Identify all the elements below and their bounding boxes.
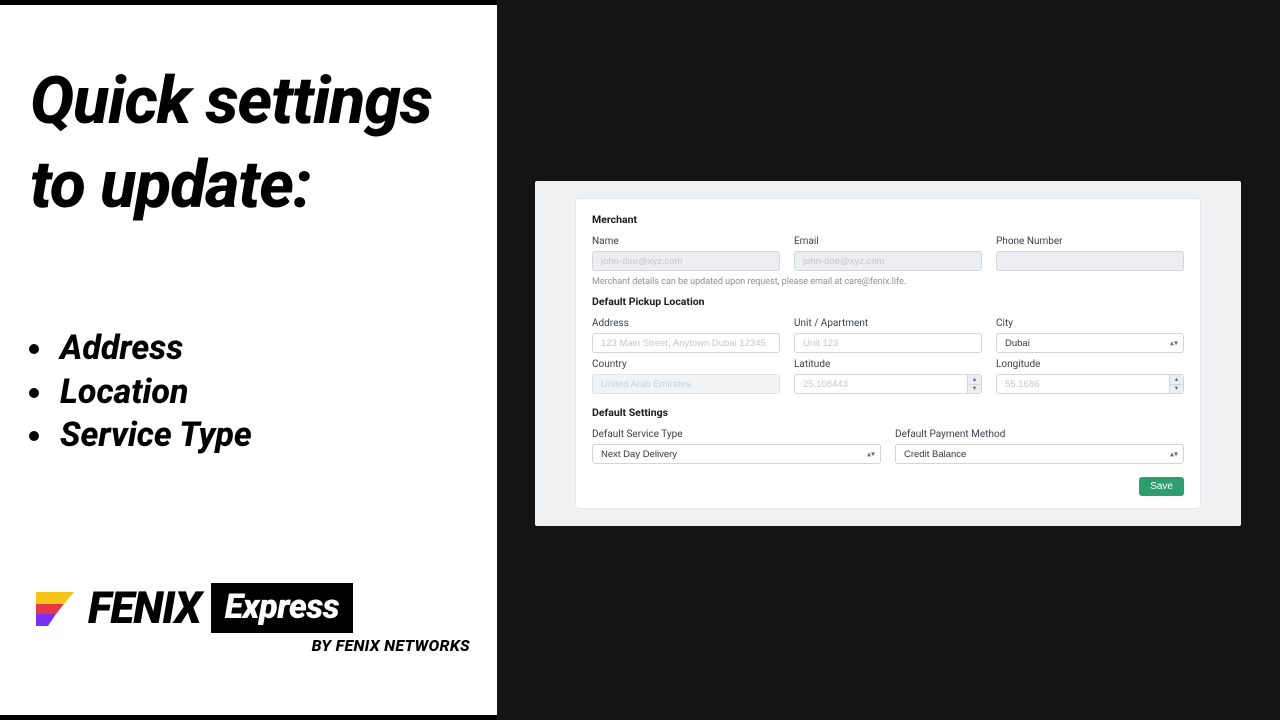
longitude-label: Longitude — [996, 359, 1184, 370]
bullet-address: Address — [56, 327, 252, 371]
bullet-service-type: Service Type — [56, 414, 252, 458]
field-longitude: Longitude ▲ ▼ — [996, 359, 1184, 394]
brand-logo: FENIX Express BY FENIX NETWORKS — [30, 582, 470, 655]
brand-sub: BY FENIX NETWORKS — [30, 636, 470, 655]
app-frame: Merchant Name Email Phone Number Merchan… — [535, 181, 1241, 526]
address-input[interactable] — [592, 333, 780, 353]
section-merchant: Merchant — [592, 213, 1184, 226]
chevron-down-icon[interactable]: ▼ — [968, 384, 981, 394]
chevron-down-icon[interactable]: ▼ — [1170, 384, 1183, 394]
field-country: Country United Arab Emirates — [592, 359, 780, 394]
address-label: Address — [592, 318, 780, 329]
payment-select[interactable]: Credit Balance — [895, 444, 1184, 464]
field-email: Email — [794, 236, 982, 271]
name-input — [592, 251, 780, 271]
chevron-up-icon[interactable]: ▲ — [968, 375, 981, 384]
chevron-up-icon[interactable]: ▲ — [1170, 375, 1183, 384]
phone-input — [996, 251, 1184, 271]
country-label: Country — [592, 359, 780, 370]
field-payment-method: Default Payment Method Credit Balance ▴▾ — [895, 429, 1184, 464]
payment-label: Default Payment Method — [895, 429, 1184, 440]
section-defaults: Default Settings — [592, 406, 1184, 419]
email-label: Email — [794, 236, 982, 247]
service-select[interactable]: Next Day Delivery — [592, 444, 881, 464]
longitude-input[interactable] — [996, 374, 1184, 394]
save-button[interactable]: Save — [1139, 477, 1184, 496]
stage: Quick settings to update: Address Locati… — [0, 0, 1280, 720]
field-latitude: Latitude ▲ ▼ — [794, 359, 982, 394]
latitude-label: Latitude — [794, 359, 982, 370]
country-select: United Arab Emirates — [592, 374, 780, 394]
name-label: Name — [592, 236, 780, 247]
settings-card: Merchant Name Email Phone Number Merchan… — [575, 198, 1201, 509]
section-pickup: Default Pickup Location — [592, 295, 1184, 308]
brand-badge: Express — [211, 583, 354, 633]
fenix-flame-icon — [30, 584, 78, 632]
field-phone: Phone Number — [996, 236, 1184, 271]
email-input — [794, 251, 982, 271]
field-city: City Dubai ▴▾ — [996, 318, 1184, 353]
field-service-type: Default Service Type Next Day Delivery ▴… — [592, 429, 881, 464]
latitude-input[interactable] — [794, 374, 982, 394]
unit-label: Unit / Apartment — [794, 318, 982, 329]
longitude-stepper[interactable]: ▲ ▼ — [1169, 375, 1183, 393]
merchant-helper: Merchant details can be updated upon req… — [592, 277, 1184, 287]
unit-input[interactable] — [794, 333, 982, 353]
city-label: City — [996, 318, 1184, 329]
bullet-location: Location — [56, 371, 252, 415]
field-name: Name — [592, 236, 780, 271]
field-unit: Unit / Apartment — [794, 318, 982, 353]
bullet-list: Address Location Service Type — [56, 327, 252, 458]
city-select[interactable]: Dubai — [996, 333, 1184, 353]
headline: Quick settings to update: — [30, 60, 460, 228]
latitude-stepper[interactable]: ▲ ▼ — [967, 375, 981, 393]
phone-label: Phone Number — [996, 236, 1184, 247]
field-address: Address — [592, 318, 780, 353]
service-label: Default Service Type — [592, 429, 881, 440]
brand-main: FENIX — [88, 582, 201, 634]
left-panel: Quick settings to update: Address Locati… — [0, 5, 497, 715]
